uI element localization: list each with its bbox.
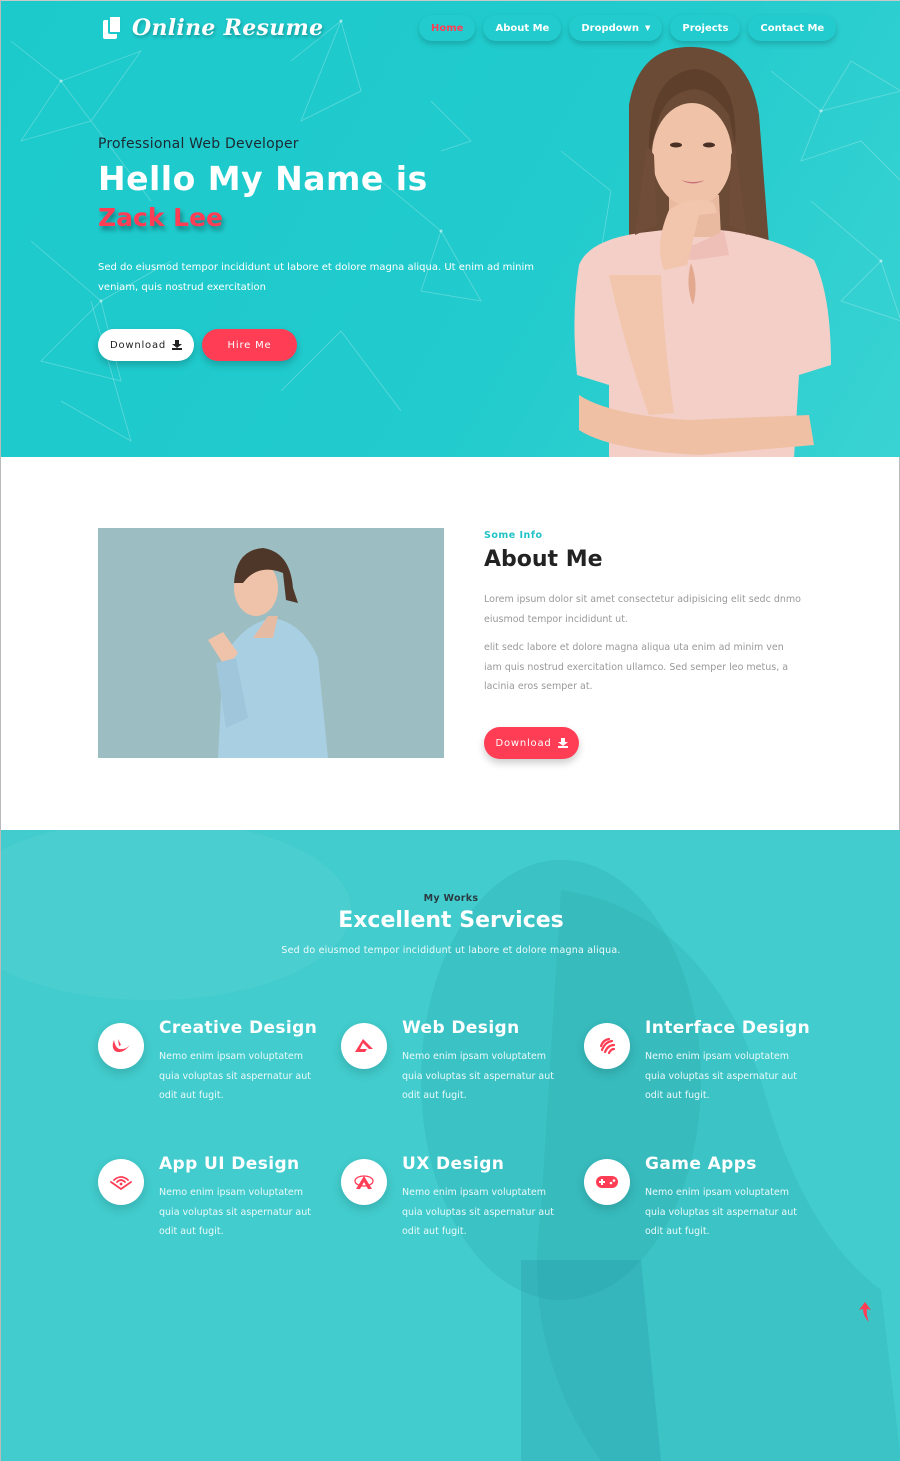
hero-description: Sed do eiusmod tempor incididunt ut labo… bbox=[98, 262, 534, 293]
services-kicker: My Works bbox=[423, 893, 479, 904]
service-card: UX Design Nemo enim ipsam voluptatem qui… bbox=[341, 1154, 571, 1259]
service-title: Game Apps bbox=[645, 1154, 757, 1174]
service-title: Creative Design bbox=[159, 1018, 318, 1038]
about-download-button[interactable]: Download bbox=[484, 727, 579, 759]
web-design-icon bbox=[355, 1039, 373, 1052]
site-logo[interactable]: Online Resume bbox=[103, 15, 323, 41]
about-photo-image bbox=[98, 528, 444, 758]
service-title: UX Design bbox=[402, 1154, 505, 1174]
interface-icon bbox=[599, 1037, 616, 1055]
service-card: App UI Design Nemo enim ipsam voluptatem… bbox=[98, 1154, 328, 1259]
hero-portrait-image bbox=[574, 46, 831, 457]
service-title: Web Design bbox=[402, 1018, 520, 1038]
service-description: Nemo enim ipsam voluptatem quia voluptas… bbox=[645, 1187, 797, 1237]
download-icon bbox=[557, 738, 568, 748]
services-title: Excellent Services bbox=[338, 908, 564, 933]
nav-home[interactable]: Home bbox=[419, 15, 476, 41]
service-card: Creative Design Nemo enim ipsam voluptat… bbox=[98, 1018, 328, 1123]
main-nav: Home About Me Dropdown ▼ Projects Contact… bbox=[419, 15, 837, 41]
document-icon bbox=[103, 15, 123, 41]
gamepad-icon bbox=[596, 1176, 618, 1188]
services-subtitle: Sed do eiusmod tempor incididunt ut labo… bbox=[281, 945, 621, 956]
logo-text: Online Resume bbox=[132, 15, 324, 41]
service-title: App UI Design bbox=[159, 1154, 300, 1174]
service-description: Nemo enim ipsam voluptatem quia voluptas… bbox=[402, 1051, 554, 1101]
service-description: Nemo enim ipsam voluptatem quia voluptas… bbox=[645, 1051, 797, 1101]
services-section: My Works Excellent Services Sed do eiusm… bbox=[1, 830, 900, 1461]
hero-section: Online Resume Home About Me Dropdown ▼ Pr… bbox=[1, 0, 900, 457]
app-ui-icon bbox=[110, 1176, 132, 1190]
about-paragraph-1: Lorem ipsum dolor sit amet consectetur a… bbox=[484, 594, 801, 625]
service-card: Interface Design Nemo enim ipsam volupta… bbox=[584, 1018, 814, 1123]
creative-icon bbox=[112, 1039, 130, 1053]
nav-about-me[interactable]: About Me bbox=[483, 15, 562, 41]
about-title: About Me bbox=[484, 547, 603, 572]
service-description: Nemo enim ipsam voluptatem quia voluptas… bbox=[159, 1187, 311, 1237]
nav-dropdown[interactable]: Dropdown ▼ bbox=[569, 15, 663, 41]
caret-down-icon: ▼ bbox=[645, 24, 651, 32]
about-kicker: Some Info bbox=[484, 530, 543, 541]
scroll-to-top-arrow-icon[interactable] bbox=[857, 1300, 873, 1324]
nav-contact-me[interactable]: Contact Me bbox=[748, 15, 837, 41]
hero-download-button[interactable]: Download bbox=[98, 329, 194, 361]
nav-projects[interactable]: Projects bbox=[670, 15, 741, 41]
service-card: Web Design Nemo enim ipsam voluptatem qu… bbox=[341, 1018, 571, 1123]
service-card: Game Apps Nemo enim ipsam voluptatem qui… bbox=[584, 1154, 814, 1259]
service-description: Nemo enim ipsam voluptatem quia voluptas… bbox=[159, 1051, 311, 1101]
hero-heading: Hello My Name is bbox=[98, 159, 428, 198]
ux-icon bbox=[354, 1175, 374, 1189]
hire-me-button[interactable]: Hire Me bbox=[202, 329, 297, 361]
download-icon bbox=[172, 340, 183, 350]
about-paragraph-2: elit sedc labore et dolore magna aliqua … bbox=[484, 642, 789, 692]
service-title: Interface Design bbox=[645, 1018, 811, 1038]
hero-subtitle: Professional Web Developer bbox=[98, 136, 299, 152]
hero-name: Zack Lee bbox=[98, 203, 223, 232]
service-description: Nemo enim ipsam voluptatem quia voluptas… bbox=[402, 1187, 554, 1237]
